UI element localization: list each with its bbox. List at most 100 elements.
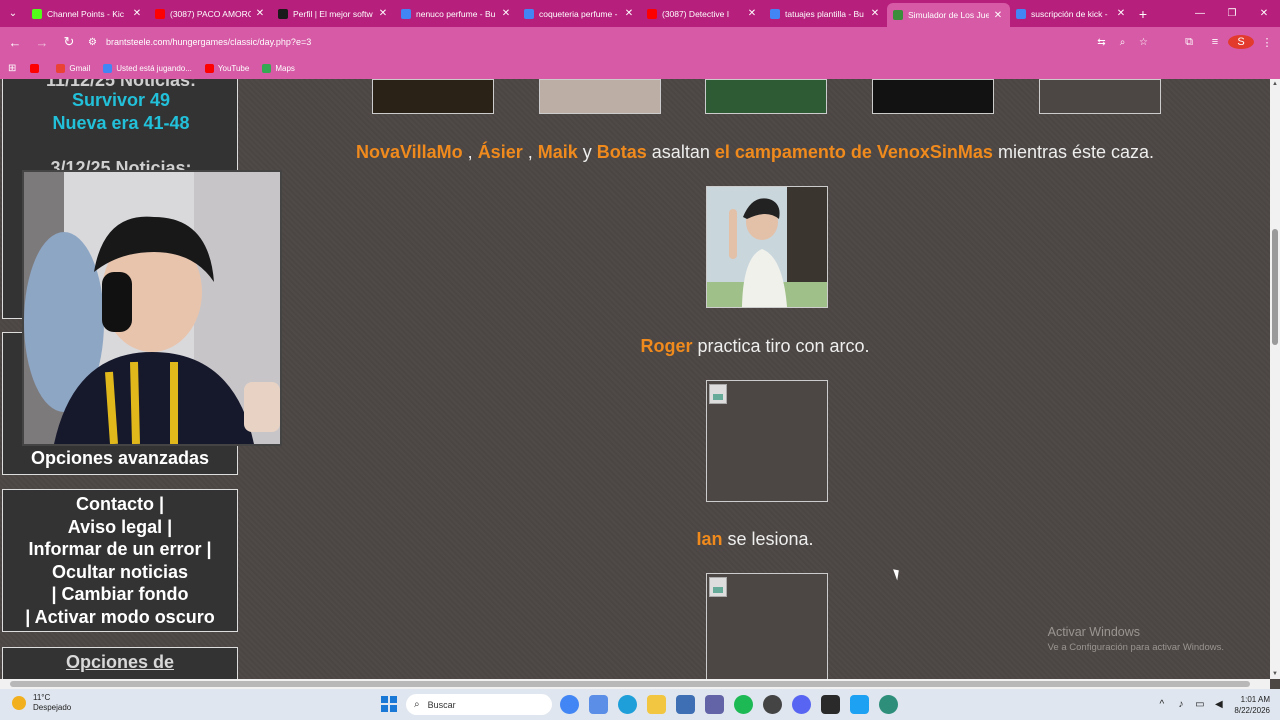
tribute-photo-broken [706,573,828,679]
edge-icon[interactable] [618,695,637,714]
tab-close-icon[interactable]: ✕ [869,8,881,19]
network-icon[interactable]: ▭ [1190,699,1209,710]
browser-tab[interactable]: (3087) Detective I ✕ [641,0,764,27]
tab-close-icon[interactable]: ✕ [1115,8,1127,19]
extensions-icon[interactable]: ⧉ [1176,36,1202,49]
minimize-icon[interactable]: — [1184,0,1216,27]
tab-close-icon[interactable]: ✕ [500,8,512,19]
vpn-icon[interactable] [879,695,898,714]
back-icon[interactable]: ← [3,30,27,54]
new-tab-button[interactable]: + [1133,6,1153,22]
clock[interactable]: 1:01 AM 8/22/2026 [1234,694,1270,716]
tab-close-icon[interactable]: ✕ [746,8,758,19]
scroll-up-icon[interactable]: ▲ [1271,81,1279,87]
tribute-avatar [1039,79,1161,114]
tab-close-icon[interactable]: ✕ [254,8,266,19]
tab-favicon-icon [401,8,411,19]
apps-grid-icon[interactable]: ⊞ [8,63,16,74]
change-background-link[interactable]: | Cambiar fondo [3,583,237,606]
legal-link[interactable]: Aviso legal | [3,516,237,539]
hscrollbar-thumb[interactable] [10,681,1250,687]
page-viewport: 11/12/25 Noticias: Survivor 49 Nueva era… [0,79,1270,679]
tab-close-icon[interactable]: ✕ [992,10,1004,21]
hide-news-link[interactable]: Ocultar noticias [3,561,237,584]
tribute-avatar [705,79,827,114]
bookmark-label: Usted está jugando... [116,63,192,73]
bookmarks-bar: ⊞ Gmail Usted está jugando... YouTube Maps [0,57,1280,79]
news-link-nueva-era[interactable]: Nueva era 41-48 [3,113,239,134]
main-content: NovaVillaMo , Ásier , Maik y Botas asalt… [240,79,1270,679]
browser-tab[interactable]: nenuco perfume - Bu ✕ [395,0,518,27]
clock-time: 1:01 AM [1240,694,1270,704]
bookmark-star-icon[interactable]: ☆ [1133,37,1154,48]
dark-mode-link[interactable]: | Activar modo oscuro [3,606,237,629]
tab-close-icon[interactable]: ✕ [623,8,635,19]
horizontal-scrollbar[interactable] [0,679,1270,689]
epic-games-icon[interactable] [821,695,840,714]
reload-icon[interactable]: ↻ [57,30,81,54]
microphone-icon[interactable]: ♪ [1171,699,1190,710]
broken-image-icon [709,577,727,597]
footer-links-box: Contacto | Aviso legal | Informar de un … [2,489,238,632]
menu-icon[interactable]: ⋮ [1254,36,1280,49]
bookmark-item[interactable]: Maps [262,63,295,73]
media-control-icon[interactable]: ≡ [1202,36,1228,48]
system-tray: ^ ♪ ▭ ◀ 1:01 AM 8/22/2026 [1152,689,1280,720]
discord-icon[interactable] [792,695,811,714]
facebook-icon[interactable] [850,695,869,714]
browser-tab[interactable]: tatuajes plantilla - Bu ✕ [764,0,887,27]
address-bar[interactable]: ⚙ brantsteele.com/hungergames/classic/da… [82,30,1162,54]
tab-close-icon[interactable]: ✕ [131,8,143,19]
windows-taskbar: 11°C Despejado ⌕ Buscar ^ ♪ ▭ ◀ 1:01 AM … [0,689,1280,720]
tab-title: Perfil | El mejor softw [293,8,373,19]
chevron-up-icon[interactable]: ^ [1152,699,1171,710]
forward-icon[interactable]: → [30,30,54,54]
advanced-options-link[interactable]: Opciones avanzadas [3,447,237,470]
zoom-icon[interactable]: ⌕ [1112,37,1133,48]
browser-tab[interactable]: suscripción de kick - ✕ [1010,0,1133,27]
translate-icon[interactable]: ⇆ [1091,37,1112,48]
file-explorer-icon[interactable] [647,695,666,714]
localization-link[interactable]: Opciones de [3,648,237,674]
scrollbar-thumb[interactable] [1272,229,1278,345]
windows-start-icon[interactable] [381,696,397,712]
url-text[interactable]: brantsteele.com/hungergames/classic/day.… [106,37,311,47]
vertical-scrollbar[interactable]: ▲ ▼ [1270,79,1280,679]
browser-tab[interactable]: (3087) PACO AMORC ✕ [149,0,272,27]
store-icon[interactable] [589,695,608,714]
volume-icon[interactable]: ◀ [1209,699,1228,710]
report-bug-link[interactable]: Informar de un error | [3,538,237,561]
bookmark-item[interactable]: YouTube [204,63,249,73]
toolbar: ← → ↻ ⚙ brantsteele.com/hungergames/clas… [0,27,1280,57]
tab-close-icon[interactable]: ✕ [377,8,389,19]
tab-title: Channel Points - Kic [47,8,125,19]
site-info-icon[interactable]: ⚙ [88,37,102,48]
tab-search-icon[interactable]: ⌄ [0,0,26,27]
tribute-name: Ian [696,529,723,549]
browser-tab[interactable]: Channel Points - Kic ✕ [26,0,149,27]
weather-condition: Despejado [33,703,72,712]
tab-favicon-icon [893,10,903,20]
browser-tab[interactable]: Perfil | El mejor softw ✕ [272,0,395,27]
youtube-small-icon[interactable] [30,63,43,73]
teams-icon[interactable] [705,695,724,714]
taskbar-search[interactable]: ⌕ Buscar [406,694,552,715]
steam-icon[interactable] [763,695,782,714]
browser-tab[interactable]: coqueteria perfume - ✕ [518,0,641,27]
bookmark-label: Gmail [69,63,91,73]
moon-icon [12,696,26,710]
mouse-cursor-icon [893,567,902,581]
chrome-icon[interactable] [560,695,579,714]
news-link-survivor[interactable]: Survivor 49 [3,90,239,111]
bookmark-item[interactable]: Usted está jugando... [103,63,192,73]
browser-tab[interactable]: Simulador de Los Jue ✕ [887,3,1010,27]
close-window-icon[interactable]: ✕ [1248,0,1280,27]
mail-icon[interactable] [676,695,695,714]
bookmark-item[interactable]: Gmail [56,63,91,73]
scroll-down-icon[interactable]: ▼ [1271,671,1279,677]
restore-icon[interactable]: ❐ [1216,0,1248,27]
profile-avatar[interactable]: S [1228,35,1254,49]
weather-widget[interactable]: 11°C Despejado [12,693,71,713]
spotify-icon[interactable] [734,695,753,714]
contact-link[interactable]: Contacto | [3,493,237,516]
